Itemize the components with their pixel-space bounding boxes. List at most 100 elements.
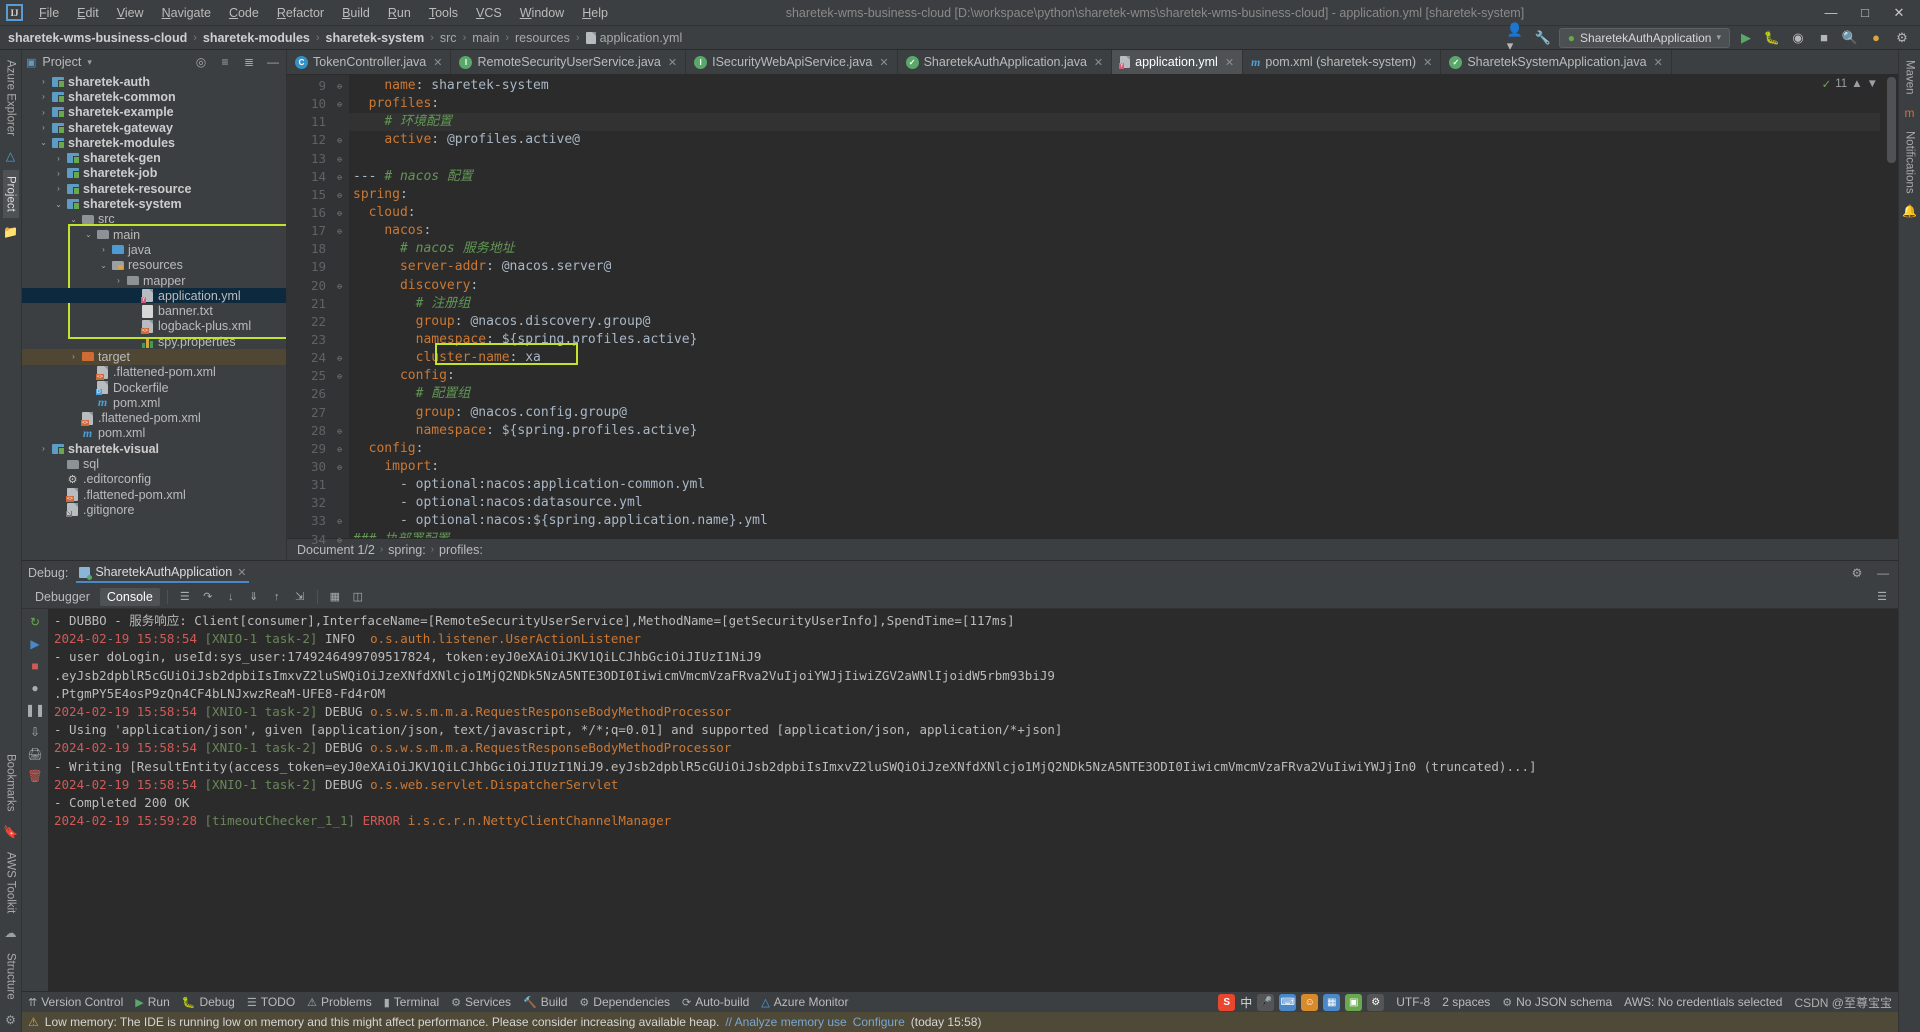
chevron-down-icon[interactable]: ⌄ — [37, 138, 50, 147]
breadcrumb-item-3[interactable]: src — [440, 31, 457, 45]
menu-vcs[interactable]: VCS — [468, 3, 510, 23]
status-aws[interactable]: AWS: No credentials selected — [1624, 995, 1782, 1009]
chevron-right-icon[interactable]: › — [112, 276, 125, 285]
menu-tools[interactable]: Tools — [421, 3, 466, 23]
editor-tab-SharetekSystemApplication.java[interactable]: ✓ SharetekSystemApplication.java ✕ — [1441, 50, 1672, 74]
tree-node-.editorconfig[interactable]: ›⚙.editorconfig — [22, 472, 286, 487]
coverage-icon[interactable]: ◉ — [1788, 28, 1808, 48]
step-over-icon[interactable]: ↷ — [198, 588, 218, 606]
tree-node-spy.properties[interactable]: ›spy.properties — [22, 334, 286, 349]
tree-node-sharetek-system[interactable]: ⌄ sharetek-system — [22, 196, 286, 211]
status-json-schema[interactable]: ⚙ No JSON schema — [1502, 995, 1612, 1009]
tree-node-target[interactable]: › target — [22, 349, 286, 365]
tree-node-sharetek-auth[interactable]: › sharetek-auth — [22, 74, 286, 89]
gutter-line-22[interactable]: 22 — [287, 313, 349, 331]
gutter-line-11[interactable]: 11 — [287, 113, 349, 131]
code-line-12[interactable]: active: @profiles.active@ — [349, 131, 1880, 149]
gutter-line-12[interactable]: 12 ⊖ — [287, 131, 349, 149]
gutter-line-32[interactable]: 32 — [287, 494, 349, 512]
fold-toggle-icon[interactable]: ⊖ — [335, 209, 344, 218]
tree-node-resources[interactable]: ⌄ resources — [22, 258, 286, 273]
close-icon[interactable]: ✕ — [1654, 56, 1663, 69]
editor-tab-RemoteSecurityUserService.java[interactable]: I RemoteSecurityUserService.java ✕ — [451, 50, 687, 74]
tree-node-logback-plus.xml[interactable]: ›<>logback-plus.xml — [22, 319, 286, 334]
close-icon[interactable]: ✕ — [1225, 56, 1234, 69]
chevron-right-icon[interactable]: › — [97, 245, 110, 254]
gutter-line-9[interactable]: 9 ⊖ — [287, 77, 349, 95]
editor-tab-application.yml[interactable]: Yapplication.yml ✕ — [1112, 50, 1244, 74]
tree-node-banner.txt[interactable]: ›banner.txt — [22, 303, 286, 318]
chevron-right-icon[interactable]: › — [52, 154, 65, 163]
gutter-line-30[interactable]: 30 ⊖ — [287, 458, 349, 476]
fold-toggle-icon[interactable]: ⊖ — [335, 100, 344, 109]
run-button[interactable]: ▶ — [1736, 28, 1756, 48]
mute-breakpoints-icon[interactable]: ● — [25, 678, 45, 697]
menu-window[interactable]: Window — [512, 3, 572, 23]
step-out-icon[interactable]: ↑ — [267, 588, 287, 606]
fold-toggle-icon[interactable]: ⊖ — [335, 136, 344, 145]
tree-node-sharetek-gateway[interactable]: › sharetek-gateway — [22, 120, 286, 135]
code-line-19[interactable]: server-addr: @nacos.server@ — [349, 258, 1880, 276]
console-scrollbar[interactable] — [1886, 609, 1898, 991]
tree-node-sql[interactable]: ›sql — [22, 456, 286, 471]
gutter-line-34[interactable]: 34 ⊖ — [287, 531, 349, 549]
breadcrumb-item-4[interactable]: main — [472, 31, 499, 45]
code-line-20[interactable]: discovery: — [349, 277, 1880, 295]
code-line-32[interactable]: - optional:nacos:datasource.yml — [349, 494, 1880, 512]
close-icon[interactable]: ✕ — [668, 56, 677, 69]
code-line-34[interactable]: ### 执部署配置 — [349, 531, 1880, 538]
settings-gear-icon[interactable]: ⚙ — [1892, 28, 1912, 48]
code-line-21[interactable]: # 注册组 — [349, 295, 1880, 313]
tree-node-sharetek-resource[interactable]: › sharetek-resource — [22, 181, 286, 196]
debug-session-tab[interactable]: SharetekAuthApplication ✕ — [76, 563, 250, 583]
gutter-line-31[interactable]: 31 — [287, 476, 349, 494]
chevron-right-icon[interactable]: › — [52, 184, 65, 193]
editor-tab-pom.xmlsharetek-system[interactable]: m pom.xml (sharetek-system) ✕ — [1243, 50, 1442, 74]
chevron-down-icon[interactable]: ⌄ — [52, 200, 65, 209]
gutter-line-29[interactable]: 29 ⊖ — [287, 440, 349, 458]
rail-maven[interactable]: Maven — [1902, 54, 1918, 101]
fold-toggle-icon[interactable]: ⊖ — [335, 427, 344, 436]
resume-icon[interactable]: ▶ — [25, 634, 45, 653]
gutter-line-25[interactable]: 25 ⊖ — [287, 367, 349, 385]
stop-icon[interactable]: ■ — [25, 656, 45, 675]
menu-run[interactable]: Run — [380, 3, 419, 23]
menu-file[interactable]: File — [31, 3, 67, 23]
fold-toggle-icon[interactable]: ⊖ — [335, 536, 344, 545]
hide-panel-icon[interactable]: — — [264, 53, 282, 71]
fold-toggle-icon[interactable]: ⊖ — [335, 173, 344, 182]
fold-toggle-icon[interactable]: ⊖ — [335, 155, 344, 164]
debug-settings-icon[interactable]: ⚙ — [1848, 564, 1866, 582]
gutter-line-27[interactable]: 27 — [287, 404, 349, 422]
gutter-line-28[interactable]: 28 ⊖ — [287, 422, 349, 440]
menu-build[interactable]: Build — [334, 3, 378, 23]
gutter-line-14[interactable]: 14 ⊖ — [287, 168, 349, 186]
fold-toggle-icon[interactable]: ⊖ — [335, 445, 344, 454]
code-line-29[interactable]: config: — [349, 440, 1880, 458]
status-version-control[interactable]: ⇈ Version Control — [28, 995, 123, 1009]
apps-icon[interactable]: ▦ — [1323, 993, 1341, 1011]
chevron-right-icon[interactable]: › — [37, 123, 50, 132]
chevron-right-icon[interactable]: › — [37, 77, 50, 86]
tree-node-sharetek-example[interactable]: › sharetek-example — [22, 105, 286, 120]
configure-link[interactable]: Configure — [853, 1015, 905, 1029]
tree-node-sharetek-job[interactable]: › sharetek-job — [22, 166, 286, 181]
status-terminal[interactable]: ▮ Terminal — [384, 995, 439, 1009]
close-icon[interactable]: ✕ — [1094, 56, 1103, 69]
status-auto-build[interactable]: ⟳ Auto-build — [682, 995, 749, 1009]
debug-more-icon[interactable]: ☰ — [1872, 588, 1892, 606]
breadcrumb-item-1[interactable]: sharetek-modules — [203, 31, 310, 45]
menu-navigate[interactable]: Navigate — [154, 3, 219, 23]
close-button[interactable]: ✕ — [1882, 1, 1916, 25]
code-line-26[interactable]: # 配置组 — [349, 385, 1880, 403]
locate-file-icon[interactable]: ◎ — [192, 53, 210, 71]
status-indent[interactable]: 2 spaces — [1442, 995, 1490, 1009]
tree-node-main[interactable]: ⌄ main — [22, 227, 286, 242]
breadcrumb-item-6[interactable]: application.yml — [585, 31, 682, 45]
fold-toggle-icon[interactable]: ⊖ — [335, 372, 344, 381]
status-problems[interactable]: ⚠ Problems — [307, 995, 372, 1009]
expand-all-icon[interactable]: ≡ — [216, 53, 234, 71]
gutter-line-18[interactable]: 18 — [287, 240, 349, 258]
rail-structure[interactable]: Structure — [3, 947, 19, 1006]
rail-bookmarks[interactable]: Bookmarks — [3, 748, 19, 818]
